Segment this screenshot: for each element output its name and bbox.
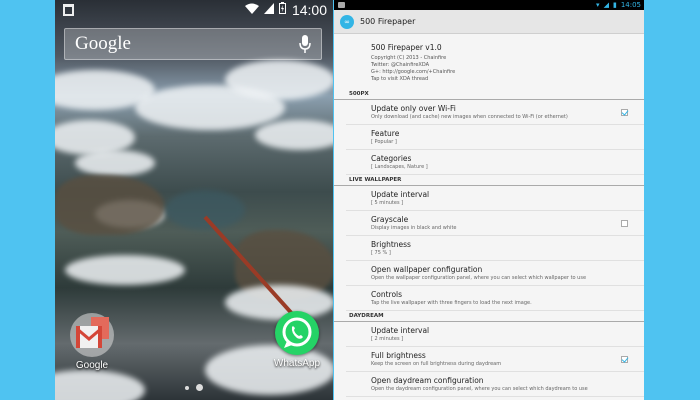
pref-grayscale[interactable]: Grayscale Display images in black and wh…: [346, 211, 644, 236]
signal-icon: ◢: [603, 1, 609, 9]
about-line: G+: http://google.com/+Chainfire: [371, 69, 456, 75]
pref-title: Controls: [371, 290, 403, 299]
pref-daydream-update-interval[interactable]: Update interval [ 2 minutes ]: [346, 322, 644, 347]
pref-summary: [ Popular ]: [371, 139, 397, 145]
wallpaper-land: [55, 175, 165, 235]
pref-title: Open daydream configuration: [371, 376, 484, 385]
wallpaper-cloud: [75, 150, 155, 176]
pref-summary: [ 75 % ]: [371, 250, 391, 256]
pref-update-wifi[interactable]: Update only over Wi-Fi Only download (an…: [346, 100, 644, 125]
whatsapp-app-label: WhatsApp: [273, 358, 321, 369]
pref-title: Open wallpaper configuration: [371, 265, 483, 274]
page-dot: [185, 385, 189, 390]
about-line: Tap to visit XDA thread: [371, 76, 429, 82]
category-live-wallpaper: LIVE WALLPAPER: [334, 175, 644, 186]
wifi-only-checkbox[interactable]: [621, 109, 628, 116]
screenshot-stage: 14:00 Google Google WhatsApp ▾ ◢ ▮ 14:05…: [0, 0, 700, 400]
whatsapp-app-shortcut[interactable]: WhatsApp: [267, 311, 327, 369]
notification-icon: [63, 4, 74, 16]
status-bar: 14:00: [55, 0, 333, 20]
google-logo: Google: [75, 33, 131, 54]
pref-title: Update interval: [371, 326, 430, 335]
pref-title: Brightness: [371, 240, 411, 249]
about-title: 500 Firepaper v1.0: [371, 43, 442, 52]
grayscale-checkbox[interactable]: [621, 220, 628, 227]
pref-controls[interactable]: Controls Tap the live wallpaper with thr…: [346, 286, 644, 311]
battery-icon: ▮: [612, 1, 617, 9]
whatsapp-icon: [275, 311, 319, 355]
pref-title: Categories: [371, 154, 412, 163]
pref-summary: [ Landscapes, Nature ]: [371, 164, 428, 170]
page-dot-active: [196, 384, 203, 391]
preference-list: 500 Firepaper v1.0 Copyright (C) 2013 - …: [334, 34, 644, 397]
status-time: 14:05: [620, 1, 641, 9]
category-daydream: DAYDREAM: [334, 311, 644, 322]
about-item[interactable]: 500 Firepaper v1.0 Copyright (C) 2013 - …: [334, 34, 644, 89]
status-bar: ▾ ◢ ▮ 14:05: [334, 0, 644, 10]
pref-summary: Only download (and cache) new images whe…: [371, 114, 568, 120]
wallpaper-cloud: [255, 120, 333, 150]
pref-summary: Open the wallpaper configuration panel, …: [371, 275, 587, 281]
pref-summary: Display images in black and white: [371, 225, 457, 231]
status-time: 14:00: [291, 2, 327, 18]
pref-summary: Keep the screen on full brightness durin…: [371, 361, 502, 367]
pref-summary: Open the daydream configuration panel, w…: [371, 386, 588, 392]
pref-title: Update only over Wi-Fi: [371, 104, 456, 113]
pref-title: Update interval: [371, 190, 430, 199]
wallpaper-cloud: [65, 255, 185, 285]
pref-open-daydream-config[interactable]: Open daydream configuration Open the day…: [346, 372, 644, 397]
pref-title: Full brightness: [371, 351, 426, 360]
full-brightness-checkbox[interactable]: [621, 356, 628, 363]
wallpaper-cloud: [55, 370, 145, 400]
action-bar: ∞ 500 Firepaper: [334, 10, 644, 34]
wifi-icon: ▾: [596, 1, 600, 9]
action-bar-title: 500 Firepaper: [360, 17, 416, 26]
pref-brightness[interactable]: Brightness [ 75 % ]: [346, 236, 644, 261]
wifi-icon: [244, 3, 259, 18]
pref-full-brightness[interactable]: Full brightness Keep the screen on full …: [346, 347, 644, 372]
google-app-shortcut[interactable]: Google: [62, 313, 122, 371]
page-indicator: [185, 384, 203, 391]
pref-feature[interactable]: Feature [ Popular ]: [346, 125, 644, 150]
pref-title: Feature: [371, 129, 400, 138]
pref-categories[interactable]: Categories [ Landscapes, Nature ]: [346, 150, 644, 175]
pref-summary: Tap the live wallpaper with three finger…: [371, 300, 532, 306]
google-search-bar[interactable]: Google: [64, 28, 322, 60]
about-line: Twitter: @ChainfireXDA: [371, 62, 430, 68]
home-screen: 14:00 Google Google WhatsApp: [55, 0, 333, 400]
gmail-icon: [70, 313, 114, 357]
google-app-label: Google: [75, 360, 109, 371]
app-infinity-icon[interactable]: ∞: [340, 14, 354, 29]
notification-icon: [338, 2, 345, 8]
settings-screen: ▾ ◢ ▮ 14:05 ∞ 500 Firepaper 500 Firepape…: [334, 0, 644, 400]
wallpaper-cloud: [225, 60, 333, 100]
pref-open-wallpaper-config[interactable]: Open wallpaper configuration Open the wa…: [346, 261, 644, 286]
pref-summary: [ 5 minutes ]: [371, 200, 404, 206]
pref-summary: [ 2 minutes ]: [371, 336, 404, 342]
microphone-icon[interactable]: [299, 35, 311, 53]
pref-title: Grayscale: [371, 215, 409, 224]
signal-icon: [263, 2, 274, 18]
pref-wallpaper-update-interval[interactable]: Update interval [ 5 minutes ]: [346, 186, 644, 211]
wallpaper-water: [165, 190, 245, 230]
about-line: Copyright (C) 2013 - Chainfire: [371, 55, 447, 61]
category-500px: 500PX: [334, 89, 644, 100]
battery-icon: [278, 2, 286, 18]
